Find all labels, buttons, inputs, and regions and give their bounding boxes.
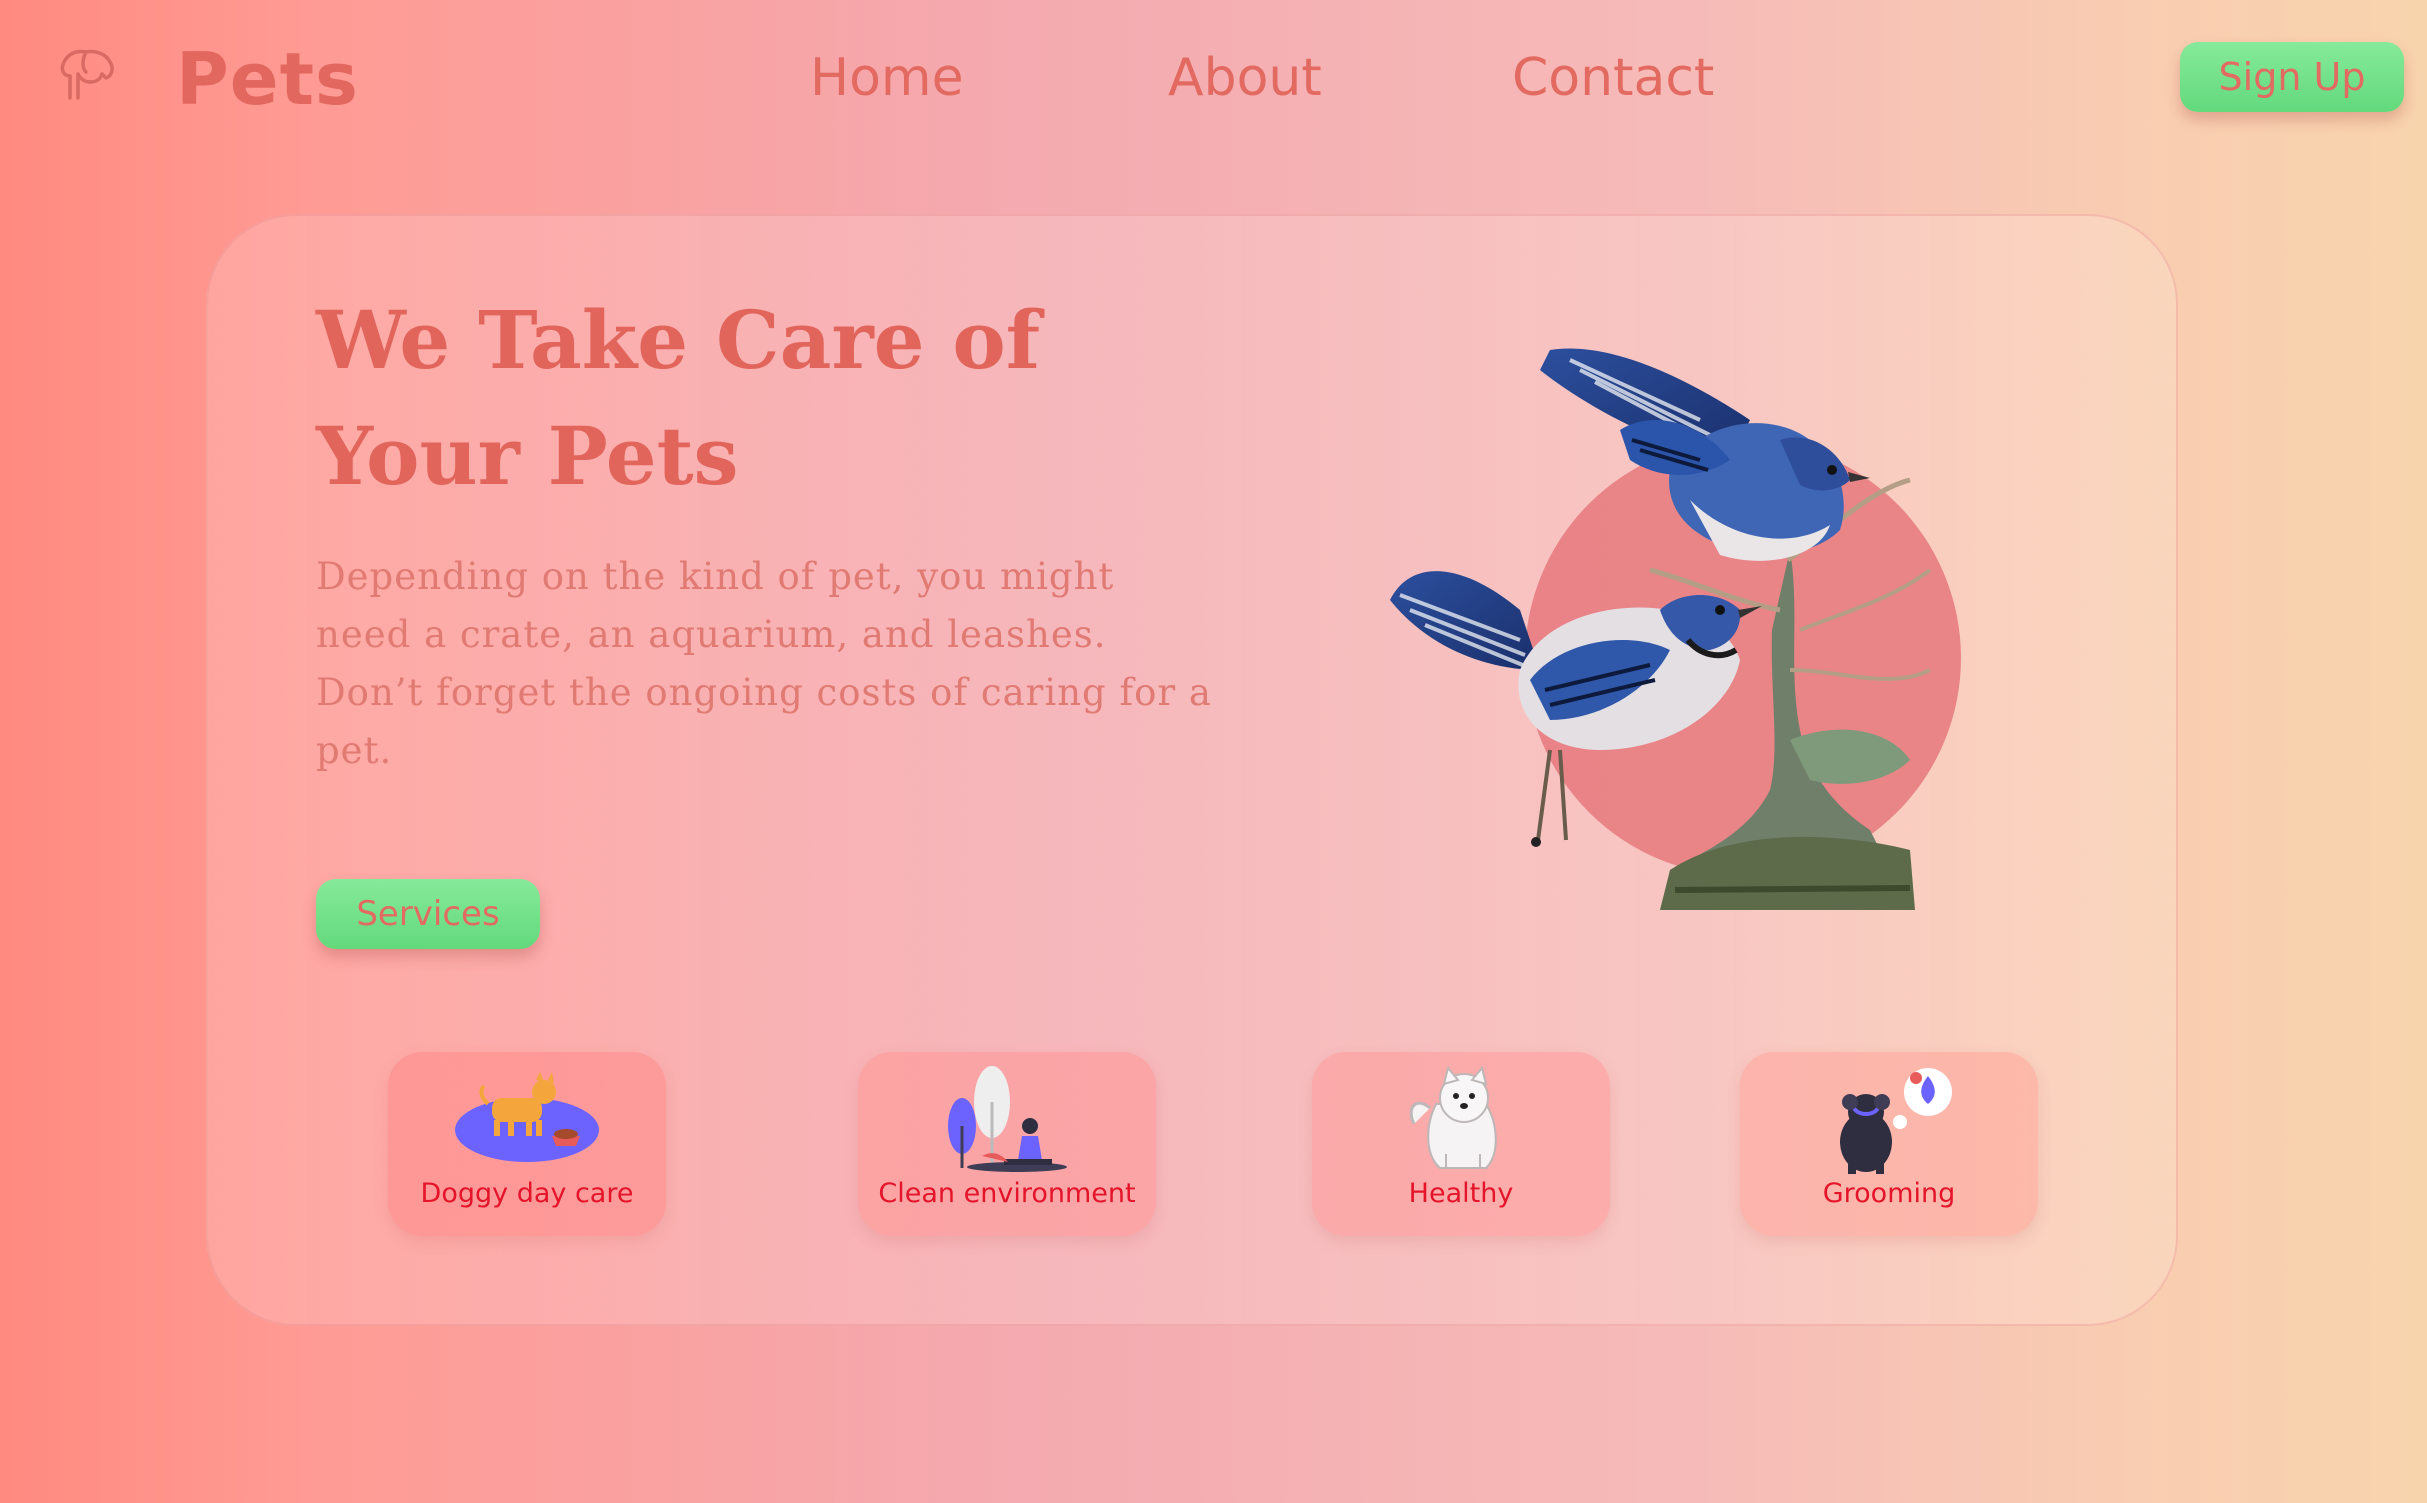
nav-home-link[interactable]: Home xyxy=(810,42,964,114)
dog-with-thought-bubble-icon xyxy=(1840,1068,1952,1174)
nav-contact-link[interactable]: Contact xyxy=(1512,42,1714,114)
hero-description: Depending on the kind of pet, you might … xyxy=(316,555,1212,772)
hero-title-line-1: We Take Care of xyxy=(316,293,1041,387)
dog-head-logo-icon[interactable] xyxy=(56,46,120,106)
feature-grooming[interactable]: Grooming xyxy=(1740,1052,2038,1236)
nav-about-link[interactable]: About xyxy=(1168,42,1322,114)
feature-healthy[interactable]: Healthy xyxy=(1312,1052,1610,1236)
feature-label: Clean environment xyxy=(878,1178,1136,1209)
feature-doggy-day-care[interactable]: Doggy day care xyxy=(388,1052,666,1236)
blue-jays-illustration-icon xyxy=(1390,348,1961,910)
feature-clean-environment[interactable]: Clean environment xyxy=(858,1052,1156,1236)
feature-label: Grooming xyxy=(1822,1178,1956,1209)
sign-up-button[interactable]: Sign Up xyxy=(2180,42,2404,112)
white-fluffy-dog-icon xyxy=(1409,1065,1497,1169)
services-button[interactable]: Services xyxy=(316,879,540,949)
feature-label: Healthy xyxy=(1408,1178,1514,1209)
hero-title-line-2: Your Pets xyxy=(316,409,739,503)
hero-title: We Take Care of Your Pets xyxy=(316,282,1216,514)
dog-with-food-bowl-icon xyxy=(455,1072,599,1162)
feature-label: Doggy day care xyxy=(420,1178,634,1209)
brand-logo-text[interactable]: Pets xyxy=(176,34,359,124)
person-sitting-with-plants-icon xyxy=(948,1066,1067,1172)
